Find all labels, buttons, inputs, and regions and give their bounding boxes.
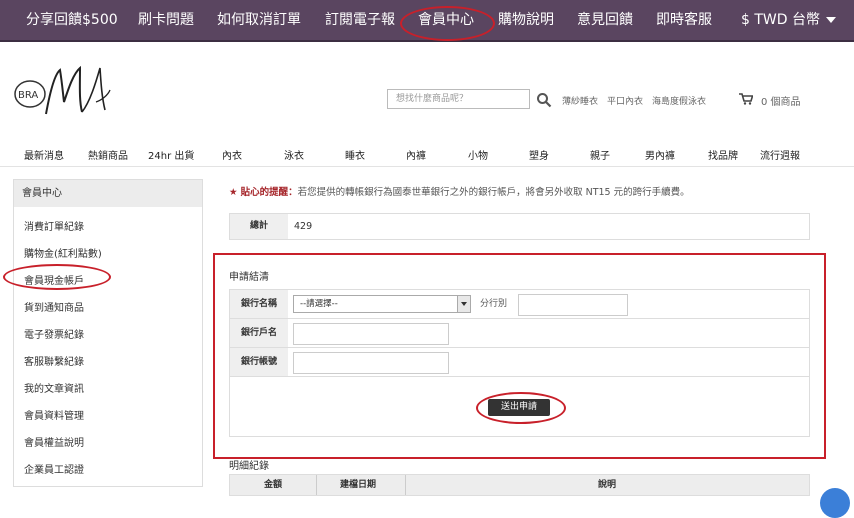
category-news[interactable]: 最新消息 xyxy=(24,147,64,162)
currency-label: $ TWD 台幣 xyxy=(741,12,820,28)
column-description: 說明 xyxy=(598,480,617,490)
member-sidebar: 會員中心 消費訂單紀錄 購物金(紅利點數) 會員現金帳戶 貨到通知商品 電子發票… xyxy=(13,179,203,487)
sidebar-item-employee-verify[interactable]: 企業員工認證 xyxy=(24,461,84,476)
chevron-down-icon xyxy=(825,17,836,23)
quick-link-strapless-bra[interactable]: 平口內衣 xyxy=(607,94,643,107)
search-icon[interactable] xyxy=(536,92,552,108)
quick-link-swimwear[interactable]: 海島度假泳衣 xyxy=(652,94,706,107)
cart-icon[interactable] xyxy=(739,93,753,105)
top-nav-newsletter[interactable]: 訂閱電子報 xyxy=(325,0,395,40)
category-bestsellers[interactable]: 熱銷商品 xyxy=(88,147,128,162)
category-accessories[interactable]: 小物 xyxy=(468,147,488,162)
top-nav-referral[interactable]: 分享回饋$500 xyxy=(26,0,118,40)
column-amount: 金額 xyxy=(264,480,283,490)
sidebar-item-shopping-credit[interactable]: 購物金(紅利點數) xyxy=(24,245,102,260)
category-panties[interactable]: 內褲 xyxy=(406,147,426,162)
sidebar-item-orders[interactable]: 消費訂單紀錄 xyxy=(24,218,84,233)
sidebar-item-profile[interactable]: 會員資料管理 xyxy=(24,407,84,422)
sidebar-title: 會員中心 xyxy=(14,180,202,207)
top-nav-live-support[interactable]: 即時客服 xyxy=(656,0,712,40)
total-value: 429 xyxy=(294,221,313,232)
currency-selector[interactable]: $ TWD 台幣 xyxy=(741,0,836,40)
category-divider xyxy=(0,166,854,167)
search-input[interactable]: 想找什麼商品呢？ xyxy=(387,89,530,109)
logo-mark: BRA xyxy=(14,65,111,115)
total-label: 總計 xyxy=(230,214,288,239)
sidebar-item-my-articles[interactable]: 我的文章資訊 xyxy=(24,380,84,395)
sidebar-item-benefits[interactable]: 會員權益說明 xyxy=(24,434,84,449)
detail-table-header: 金額 建檔日期 說明 xyxy=(229,474,810,496)
highlight-ring-cash-account xyxy=(3,264,111,290)
top-nav-divider xyxy=(0,40,854,42)
category-24hr-shipping[interactable]: 24hr 出貨 xyxy=(148,147,194,162)
category-sleepwear[interactable]: 睡衣 xyxy=(345,147,365,162)
category-family[interactable]: 親子 xyxy=(590,147,610,162)
column-divider xyxy=(316,475,317,495)
category-mens-underwear[interactable]: 男內褲 xyxy=(645,147,675,162)
category-weekly-trends[interactable]: 流行週報 xyxy=(760,147,800,162)
category-bras[interactable]: 內衣 xyxy=(222,147,242,162)
sidebar-item-restock-notice[interactable]: 貨到通知商品 xyxy=(24,299,84,314)
highlight-box-apply-section xyxy=(213,253,826,459)
top-nav-feedback[interactable]: 意見回饋 xyxy=(577,0,633,40)
category-swimwear[interactable]: 泳衣 xyxy=(284,147,304,162)
highlight-ring-member-center xyxy=(400,6,495,41)
column-divider xyxy=(405,475,406,495)
category-shapewear[interactable]: 塑身 xyxy=(529,147,549,162)
notice-text: 若您提供的轉帳銀行為國泰世華銀行之外的銀行帳戶，將會另外收取 NT15 元的跨行… xyxy=(297,187,690,198)
fee-notice: ★ 貼心的提醒：若您提供的轉帳銀行為國泰世華銀行之外的銀行帳戶，將會另外收取 N… xyxy=(229,184,690,198)
chat-bubble-icon[interactable] xyxy=(820,488,850,518)
logo[interactable]: BRA xyxy=(10,62,120,124)
star-icon: ★ xyxy=(229,187,238,198)
notice-label: 貼心的提醒： xyxy=(240,187,298,198)
detail-section-title: 明細紀錄 xyxy=(229,461,269,472)
top-nav-cancel-order[interactable]: 如何取消訂單 xyxy=(217,0,301,40)
sidebar-item-support-log[interactable]: 客服聯繫紀錄 xyxy=(24,353,84,368)
category-brands[interactable]: 找品牌 xyxy=(708,147,738,162)
column-created-date: 建檔日期 xyxy=(340,480,377,490)
cart-count[interactable]: 0 個商品 xyxy=(761,93,801,108)
svg-text:BRA: BRA xyxy=(18,90,38,101)
sidebar-item-e-invoice[interactable]: 電子發票紀錄 xyxy=(24,326,84,341)
top-nav-shopping-guide[interactable]: 購物說明 xyxy=(498,0,554,40)
total-row: 總計 429 xyxy=(229,213,810,240)
top-nav-card-issues[interactable]: 刷卡問題 xyxy=(138,0,194,40)
quick-link-sheer-sleepwear[interactable]: 薄紗睡衣 xyxy=(562,94,598,107)
